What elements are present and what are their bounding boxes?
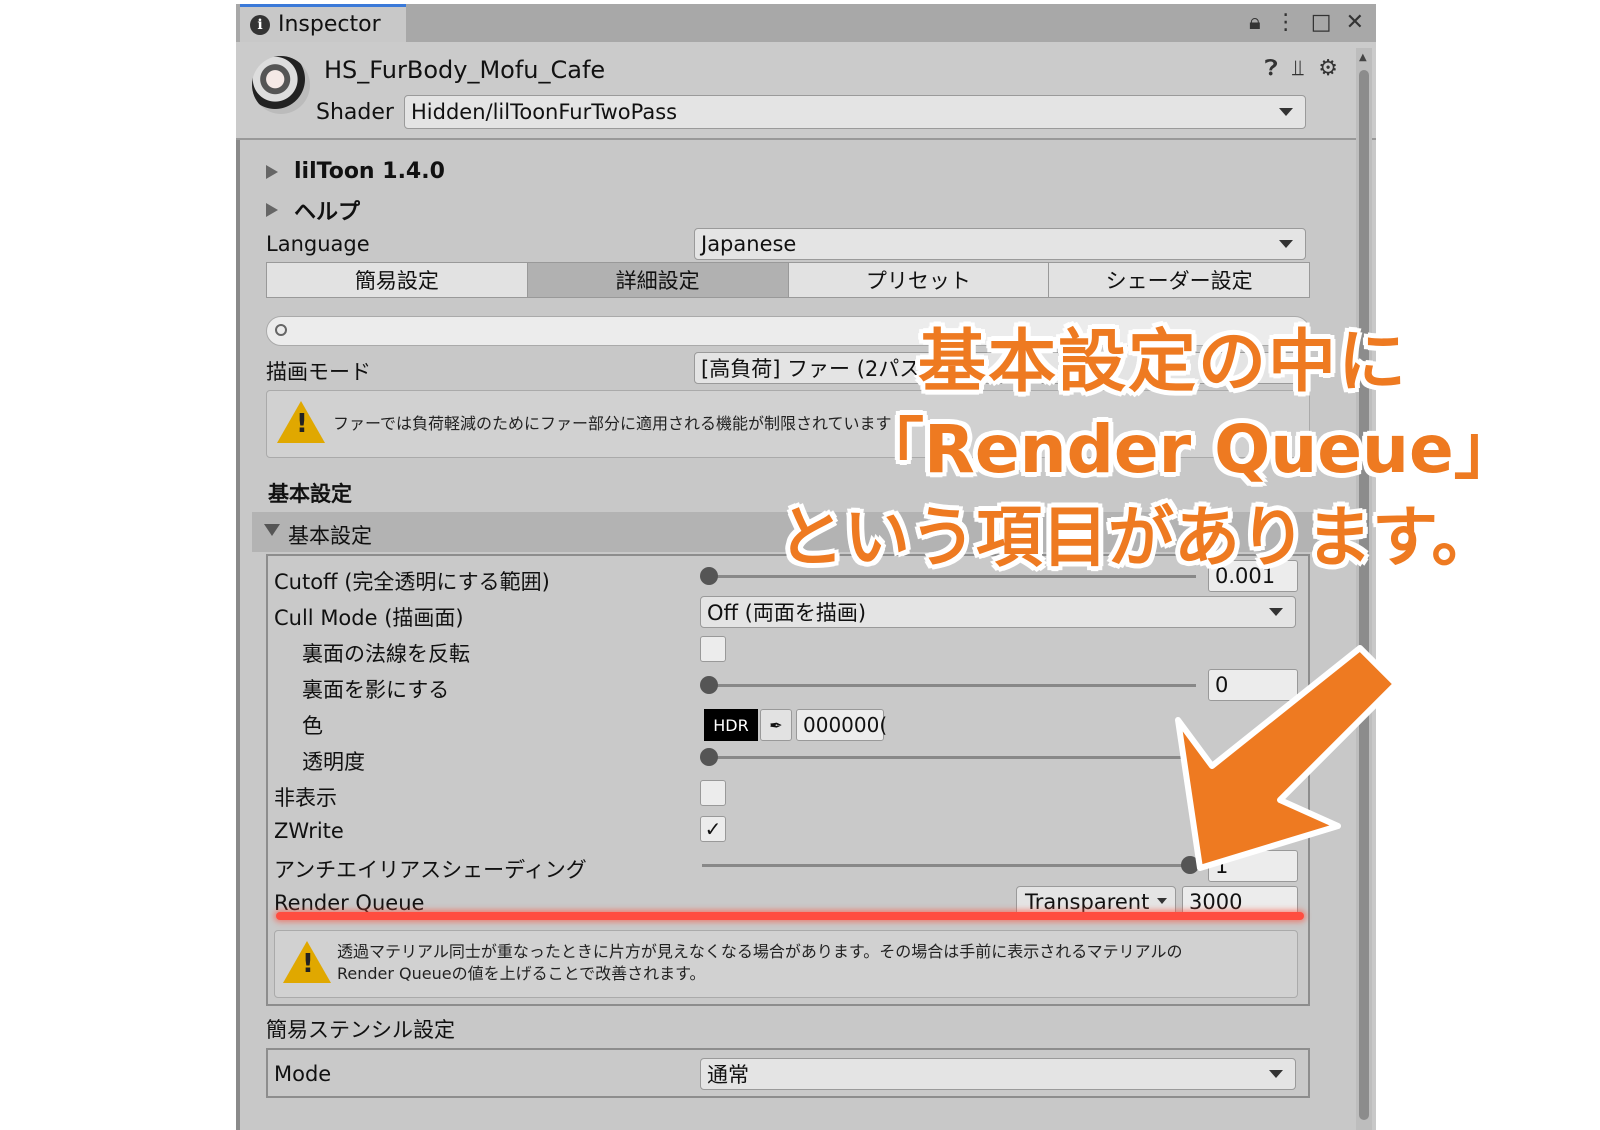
material-name: HS_FurBody_Mofu_Cafe: [324, 56, 606, 84]
lock-icon[interactable]: 🔒︎: [1249, 10, 1261, 35]
opacity-slider-knob[interactable]: [700, 748, 718, 766]
scrollbar[interactable]: ▲: [1356, 48, 1372, 1130]
foldout-arrow-icon: [266, 203, 278, 217]
annotation-line-1: 基本設定の中に: [918, 323, 1409, 402]
color-hex-field[interactable]: 000000(: [796, 709, 887, 741]
checkmark-icon: ✓: [704, 817, 722, 841]
flip-normal-checkbox[interactable]: [700, 636, 726, 662]
render-queue-highlight: [276, 912, 1304, 920]
hide-checkbox[interactable]: [700, 780, 726, 806]
annotation-line-2: 「Render Queue」: [858, 411, 1520, 488]
tab-inspector-label: Inspector: [278, 12, 381, 37]
opacity-label: 透明度: [302, 750, 365, 774]
settings-tabs: 簡易設定 詳細設定 プリセット シェーダー設定: [266, 262, 1310, 298]
annotation-line-3: という項目があります。: [778, 499, 1498, 576]
warning-icon: [283, 941, 331, 983]
window-edge: [236, 4, 240, 1130]
more-options-icon[interactable]: ⋮: [1275, 10, 1297, 35]
chevron-down-icon: [1279, 108, 1293, 116]
foldout-arrow-icon: [266, 164, 278, 179]
base-section-title: 基本設定: [268, 482, 352, 506]
tab-shader-settings[interactable]: シェーダー設定: [1049, 263, 1309, 297]
zwrite-checkbox[interactable]: ✓: [700, 816, 726, 842]
material-header: HS_FurBody_Mofu_Cafe ❓︎ ⫫ ⚙︎ Shader Hidd…: [236, 42, 1376, 140]
render-queue-warning-box: 透過マテリアル同士が重なったときに片方が見えなくなる場合があります。その場合は手…: [274, 930, 1298, 998]
backface-shadow-slider[interactable]: [702, 684, 1196, 687]
foldout-help[interactable]: ヘルプ: [266, 194, 360, 226]
aa-shading-label: アンチエイリアスシェーディング: [274, 858, 587, 882]
fur-warning-text: ファーでは負荷軽減のためにファー部分に適用される機能が制限されています: [333, 414, 892, 433]
foldout-open-icon: [264, 524, 280, 536]
foldout-help-label: ヘルプ: [294, 200, 361, 225]
close-icon[interactable]: ✕: [1346, 10, 1364, 35]
cutoff-label: Cutoff (完全透明にする範囲): [274, 570, 550, 594]
aa-shading-slider[interactable]: [702, 864, 1188, 867]
eyedropper-icon[interactable]: ✒︎: [760, 709, 792, 741]
presets-icon[interactable]: ⫫: [1292, 56, 1304, 81]
flip-normal-label: 裏面の法線を反転: [302, 642, 470, 666]
tab-bar: i Inspector 🔒︎ ⋮ □ ✕: [236, 4, 1376, 42]
base-section-foldout-label: 基本設定: [288, 524, 372, 548]
render-mode-value: [高負荷] ファー (2パス): [701, 357, 929, 381]
stencil-mode-value: 通常: [707, 1063, 749, 1087]
foldout-version[interactable]: lilToon 1.4.0: [266, 159, 445, 184]
header-icons: ❓︎ ⫫ ⚙︎: [1265, 56, 1338, 81]
info-icon: i: [250, 14, 270, 35]
zwrite-label: ZWrite: [274, 819, 344, 843]
chevron-down-icon: [1269, 608, 1283, 616]
backface-shadow-slider-knob[interactable]: [700, 676, 718, 694]
search-icon: [275, 324, 287, 336]
opacity-slider[interactable]: [702, 756, 1196, 759]
foldout-version-label: lilToon 1.4.0: [294, 159, 445, 184]
help-icon[interactable]: ❓︎: [1265, 56, 1278, 81]
render-queue-warning-text: 透過マテリアル同士が重なったときに片方が見えなくなる場合があります。その場合は手…: [337, 942, 1183, 983]
color-label: 色: [302, 714, 323, 738]
chevron-down-icon: [1269, 1070, 1283, 1078]
scroll-thumb[interactable]: [1359, 70, 1369, 1120]
color-swatch[interactable]: HDR: [704, 709, 758, 741]
arrow-pointer-icon: [1175, 645, 1399, 871]
warning-icon: [277, 401, 325, 443]
cull-mode-value: Off (両面を描画): [707, 601, 867, 625]
shader-value: Hidden/lilToonFurTwoPass: [411, 100, 678, 124]
render-mode-label: 描画モード: [266, 360, 371, 384]
tab-inspector[interactable]: i Inspector: [240, 4, 406, 42]
chevron-down-icon: [1279, 240, 1293, 248]
language-value: Japanese: [701, 232, 797, 256]
maximize-icon[interactable]: □: [1311, 10, 1332, 35]
cutoff-slider-knob[interactable]: [700, 567, 718, 585]
tab-advanced[interactable]: 詳細設定: [527, 263, 789, 297]
cull-mode-dropdown[interactable]: Off (両面を描画): [700, 596, 1296, 628]
backface-shadow-label: 裏面を影にする: [302, 678, 450, 702]
language-label: Language: [266, 232, 370, 256]
shader-label: Shader: [316, 100, 394, 125]
cull-mode-label: Cull Mode (描画面): [274, 606, 464, 630]
window-controls: 🔒︎ ⋮ □ ✕: [1249, 10, 1364, 35]
hide-label: 非表示: [274, 786, 337, 810]
tab-simple[interactable]: 簡易設定: [267, 263, 528, 297]
scroll-up-icon[interactable]: ▲: [1359, 52, 1367, 63]
stencil-mode-dropdown[interactable]: 通常: [700, 1058, 1296, 1090]
language-dropdown[interactable]: Japanese: [694, 228, 1306, 260]
stencil-section-title: 簡易ステンシル設定: [266, 1018, 455, 1042]
material-preview-thumbnail: [252, 56, 310, 114]
render-queue-mode-value: Transparent: [1025, 890, 1150, 914]
stencil-mode-label: Mode: [274, 1062, 332, 1086]
tab-presets[interactable]: プリセット: [788, 263, 1050, 297]
shader-dropdown[interactable]: Hidden/lilToonFurTwoPass: [404, 95, 1306, 129]
chevron-down-icon: [1157, 898, 1167, 904]
gear-icon[interactable]: ⚙︎: [1318, 56, 1338, 81]
